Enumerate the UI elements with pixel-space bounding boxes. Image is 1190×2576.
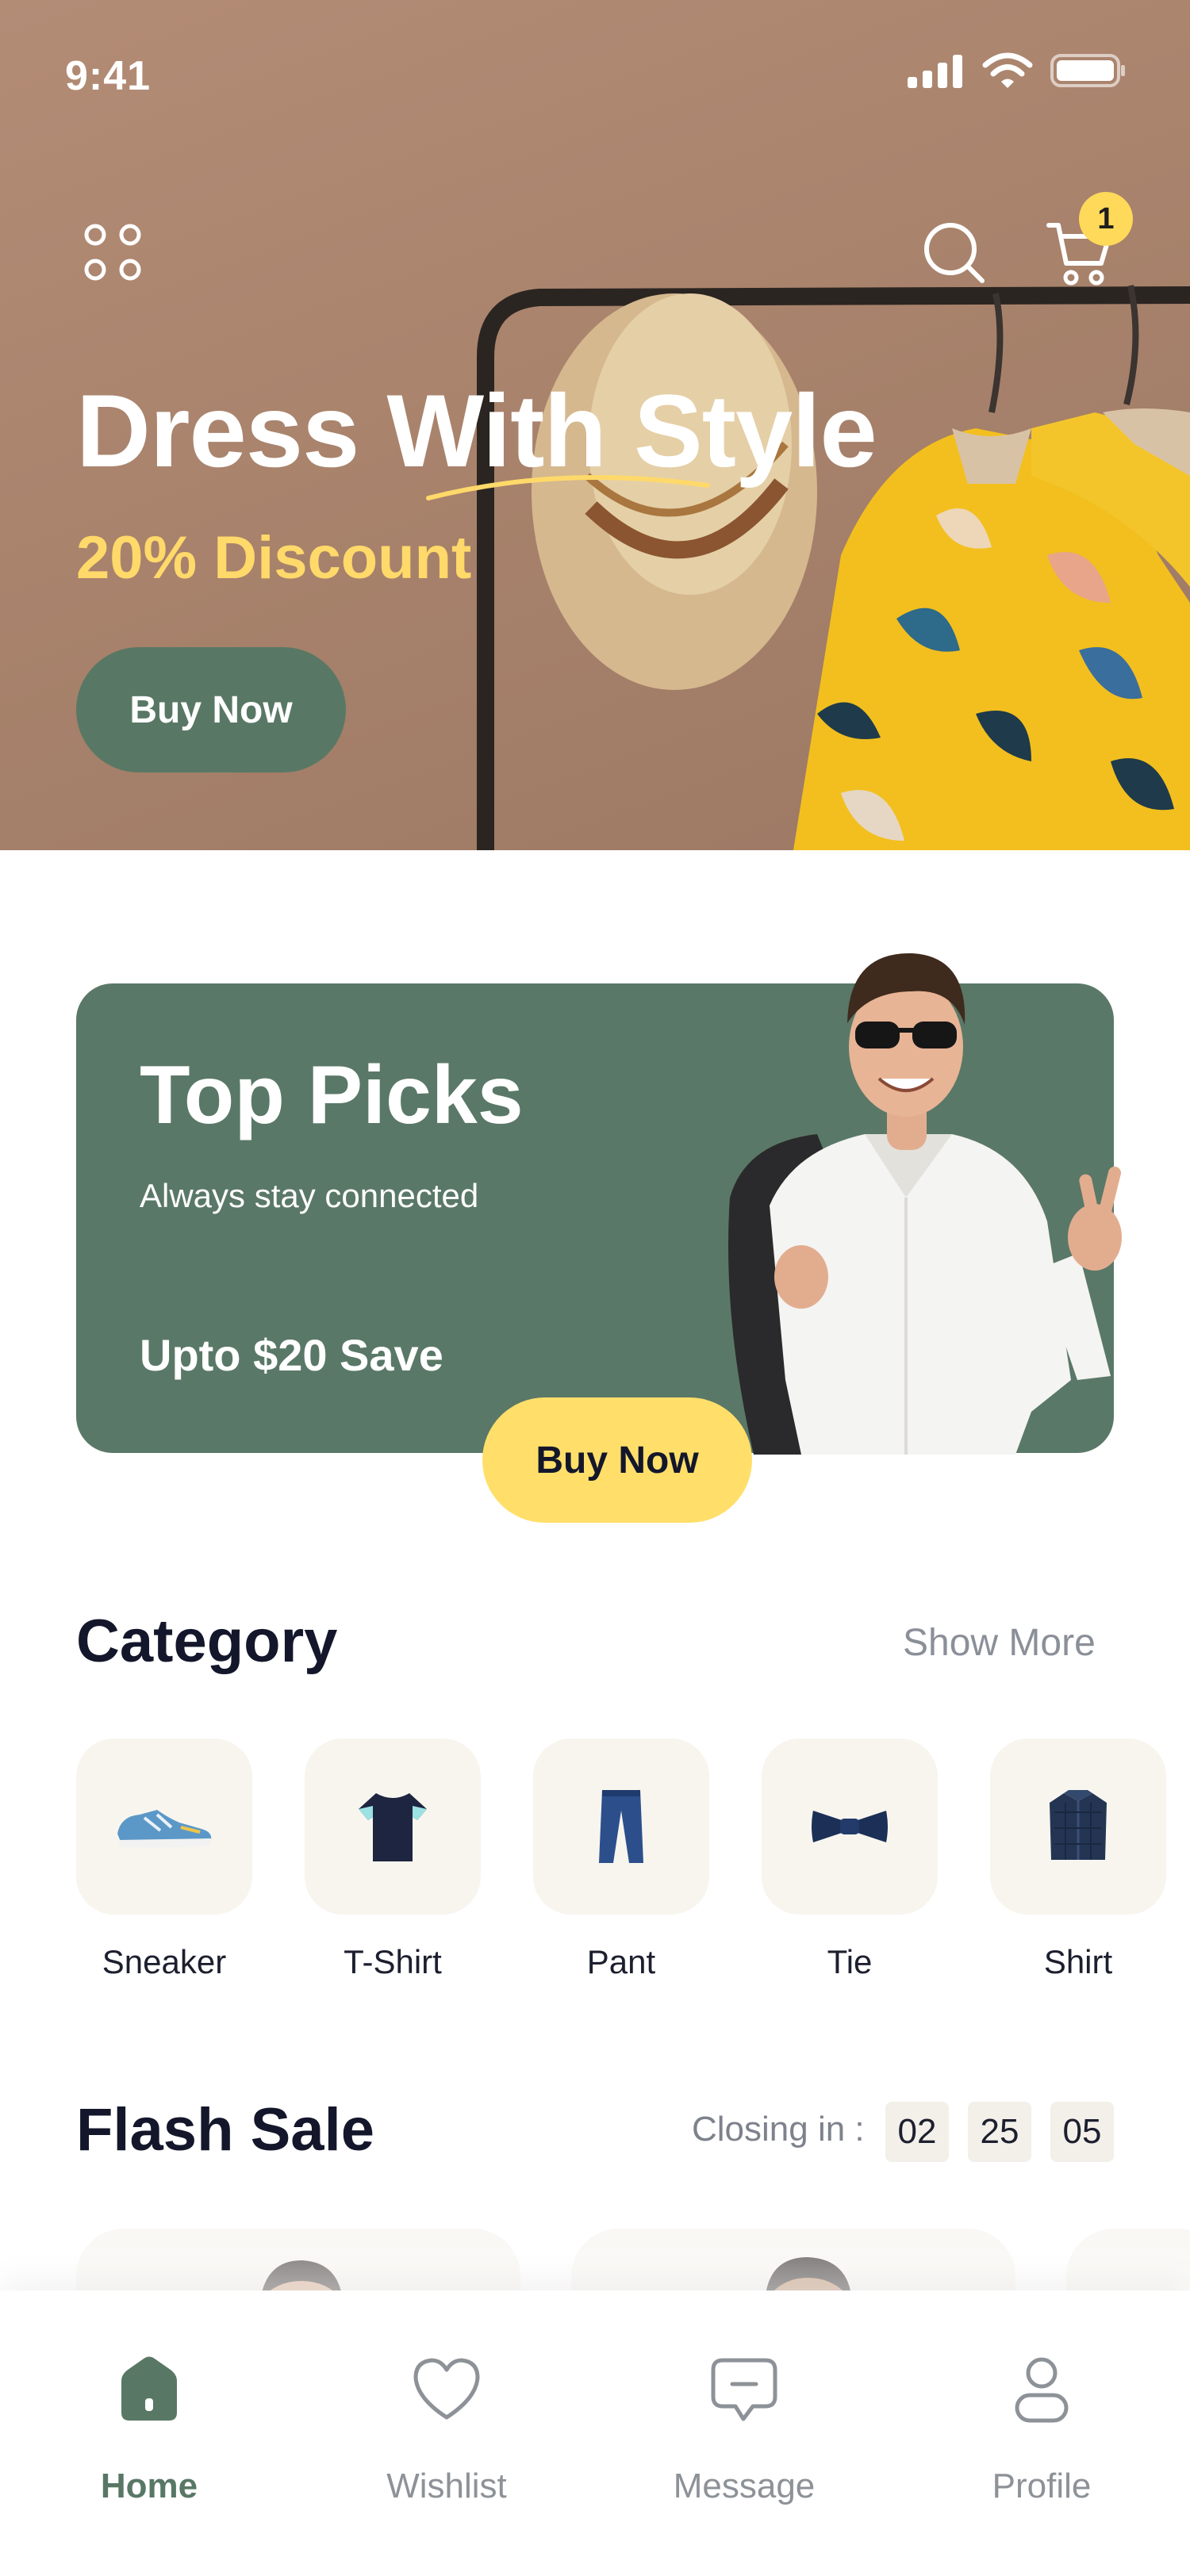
nav-label: Profile (992, 2467, 1092, 2505)
category-item-tshirt[interactable]: T-Shirt (305, 1738, 481, 1992)
category-item-sneaker[interactable]: Sneaker (76, 1738, 252, 1992)
show-more-link[interactable]: Show More (903, 1621, 1096, 1665)
category-item-tie[interactable]: Tie (762, 1738, 938, 1992)
status-bar: 9:41 (0, 0, 1190, 151)
category-tile[interactable] (305, 1738, 481, 1915)
pant-icon (599, 1790, 643, 1863)
home-icon (121, 2356, 177, 2421)
category-item-pant[interactable]: Pant (533, 1738, 709, 1992)
profile-icon (1015, 2357, 1069, 2423)
category-label: Pant (586, 1943, 656, 1980)
category-label: Sneaker (102, 1943, 227, 1980)
hero-banner: 9:41 1 Dress With Style 20% Discount Buy… (0, 0, 1190, 850)
category-list: Sneaker T-Shirt Pant Tie Shirt (76, 1738, 1190, 2000)
model-photo (728, 953, 1122, 1455)
flash-sale-title: Flash Sale (76, 2096, 374, 2164)
category-tile[interactable] (76, 1738, 252, 1915)
nav-label: Message (673, 2467, 816, 2505)
closing-in-label: Closing in : (692, 2110, 865, 2149)
shirt-icon (1050, 1790, 1107, 1860)
timer-hours: 02 (885, 2102, 949, 2162)
title-underline-decoration (426, 475, 710, 500)
nav-item-message[interactable]: Message (625, 2290, 863, 2576)
signal-icon (908, 55, 962, 88)
category-tile[interactable] (533, 1738, 709, 1915)
search-icon[interactable] (922, 220, 987, 286)
status-time: 9:41 (65, 53, 152, 99)
cart-badge: 1 (1079, 192, 1133, 246)
category-label: Tie (827, 1943, 873, 1980)
sneaker-icon (117, 1810, 212, 1848)
wifi-icon (982, 52, 1033, 88)
nav-item-wishlist[interactable]: Wishlist (328, 2290, 566, 2576)
nav-label: Home (100, 2467, 198, 2505)
message-icon (711, 2358, 777, 2421)
top-picks-title: Top Picks (140, 1049, 524, 1141)
category-label: Shirt (1043, 1943, 1113, 1980)
timer-seconds: 05 (1050, 2102, 1114, 2162)
top-picks-buy-now-button[interactable]: Buy Now (482, 1397, 752, 1523)
hero-buy-now-button[interactable]: Buy Now (76, 647, 346, 772)
tshirt-icon (359, 1793, 427, 1861)
category-label: T-Shirt (344, 1943, 442, 1980)
hero-discount: 20% Discount (76, 524, 472, 592)
category-title: Category (76, 1608, 338, 1675)
top-picks-subtitle: Always stay connected (140, 1177, 479, 1214)
nav-label: Wishlist (386, 2467, 507, 2505)
status-icons (908, 52, 1127, 89)
category-item-shirt[interactable]: Shirt (990, 1738, 1166, 1992)
nav-item-home[interactable]: Home (30, 2290, 268, 2576)
timer-minutes: 25 (968, 2102, 1031, 2162)
nav-item-profile[interactable]: Profile (923, 2290, 1161, 2576)
tie-icon (812, 1811, 888, 1842)
bottom-nav: Home Wishlist Message Profile (0, 2290, 1190, 2576)
menu-grid-icon[interactable] (83, 222, 143, 282)
top-picks-save-text: Upto $20 Save (140, 1330, 443, 1380)
category-tile[interactable] (990, 1738, 1166, 1915)
category-tile[interactable] (762, 1738, 938, 1915)
battery-icon (1050, 54, 1125, 87)
scroll-fade-overlay (0, 2173, 1190, 2292)
heart-icon (413, 2358, 480, 2420)
